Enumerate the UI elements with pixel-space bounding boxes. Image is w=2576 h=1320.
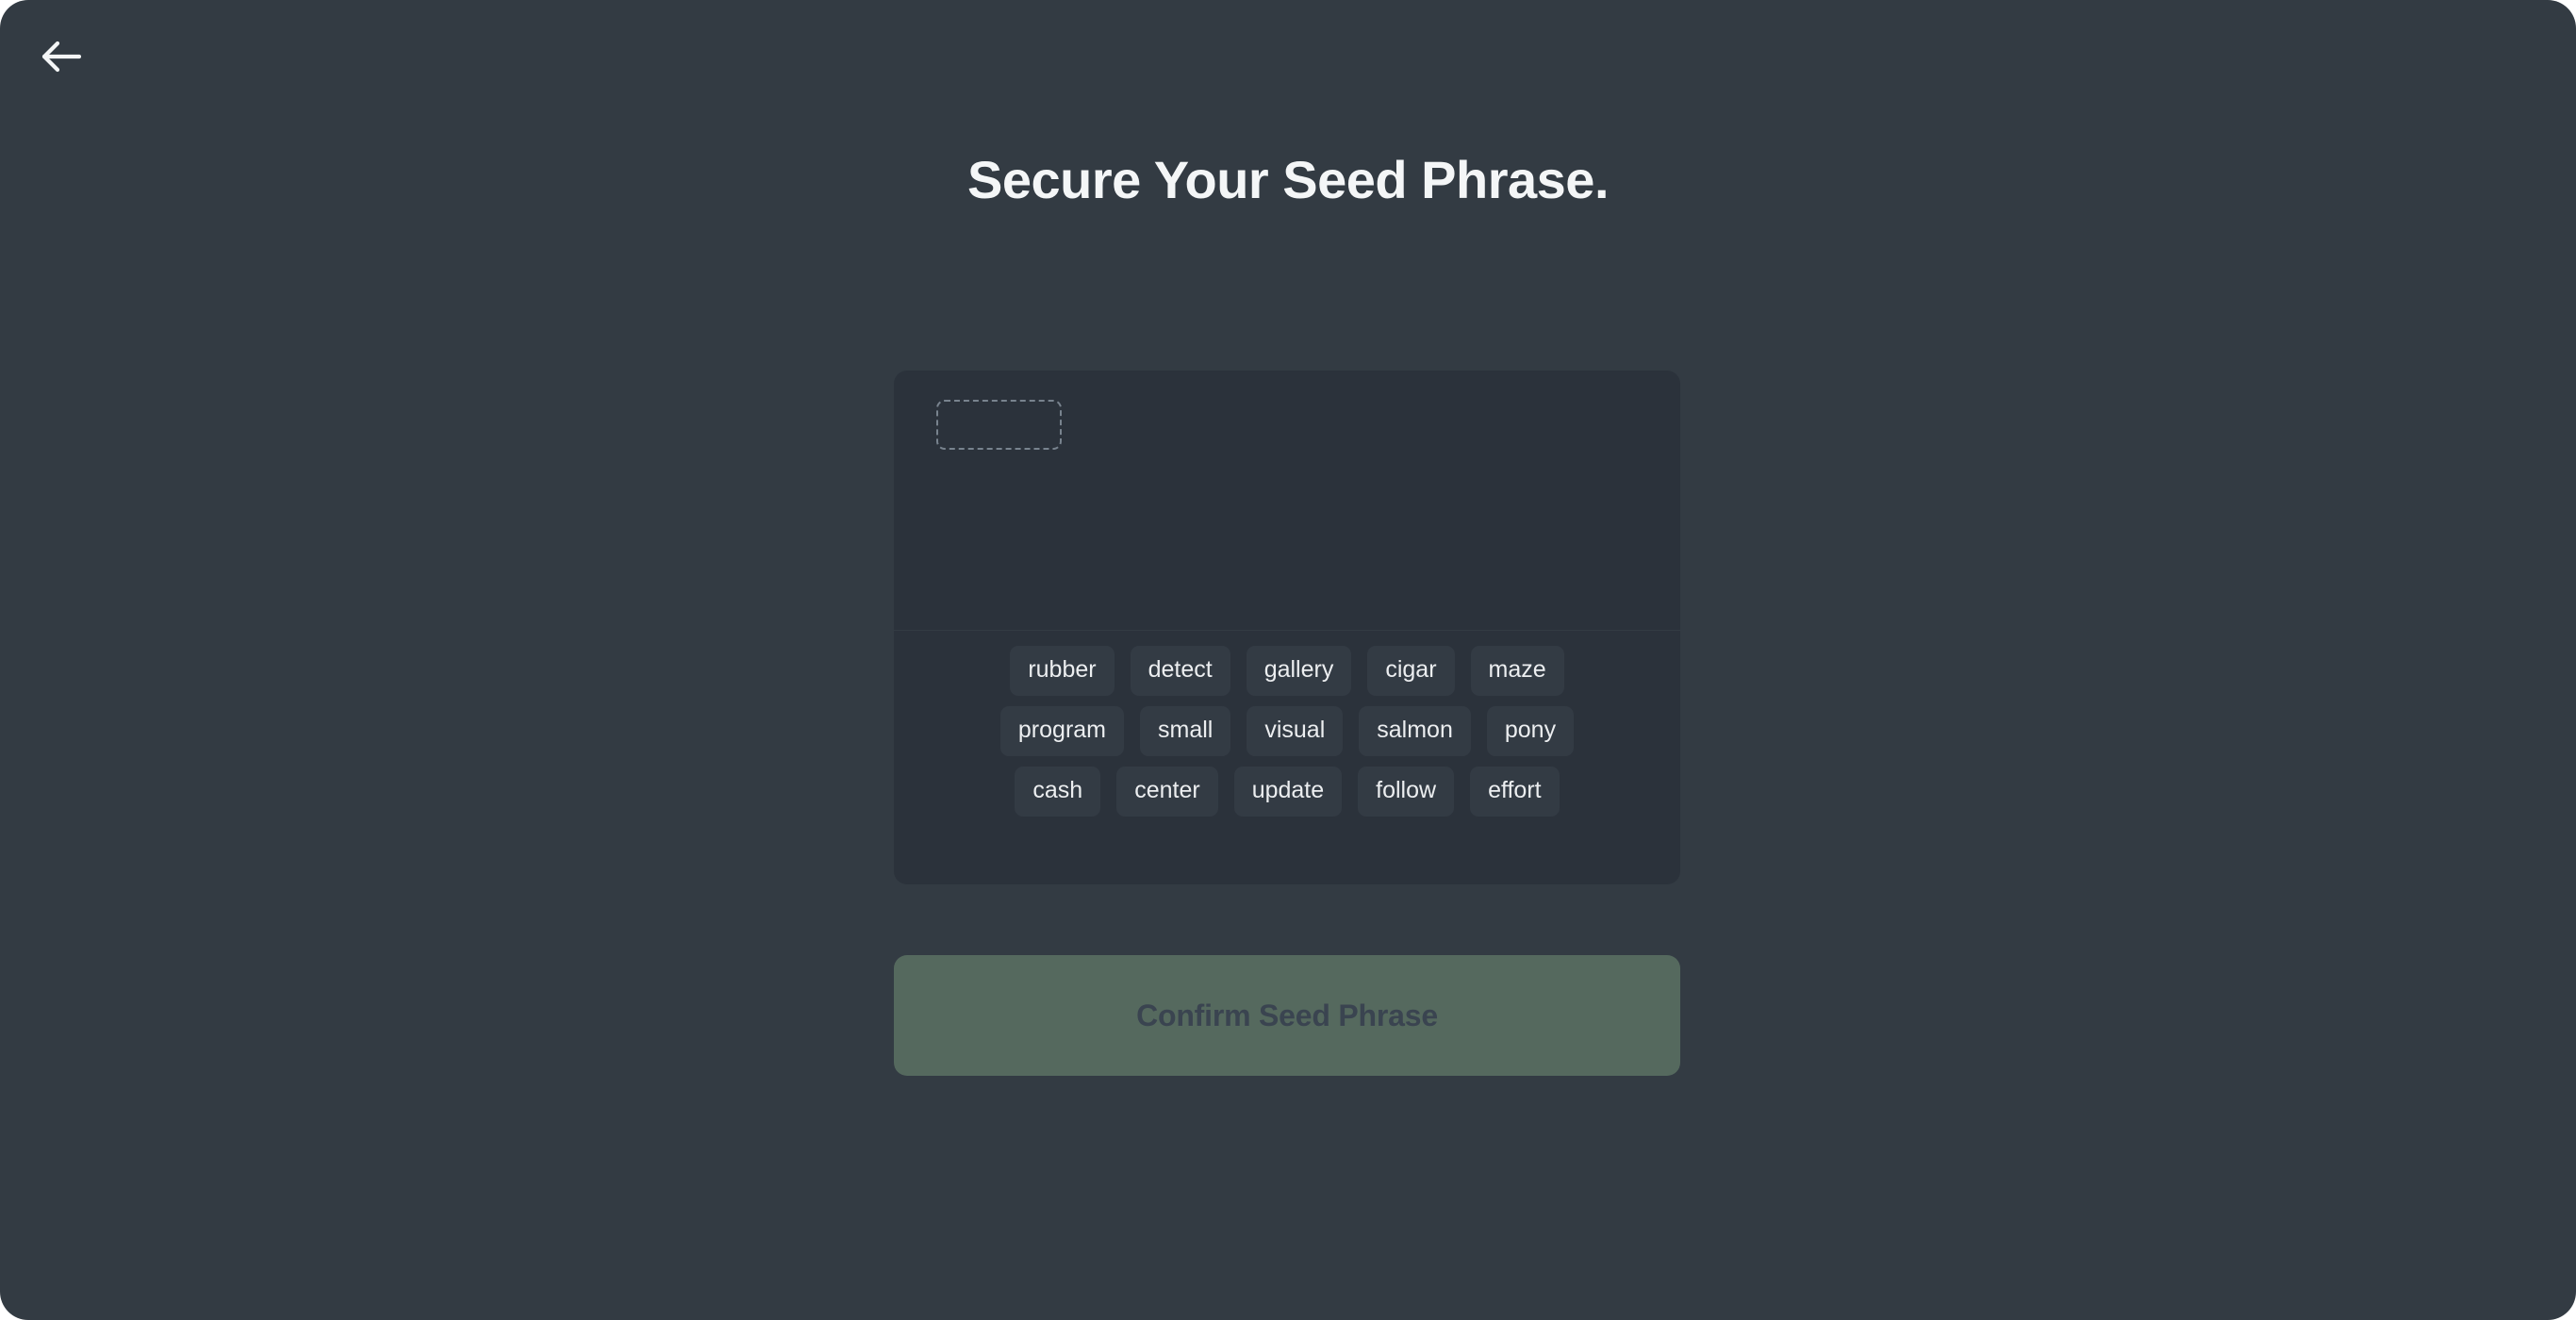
arrow-left-icon: [40, 40, 81, 74]
seed-phrase-screen: Secure Your Seed Phrase. rubber detect g…: [0, 0, 2576, 1320]
confirm-seed-phrase-button[interactable]: Confirm Seed Phrase: [894, 955, 1680, 1076]
word-bank-row: rubber detect gallery cigar maze: [920, 646, 1654, 696]
word-chip[interactable]: visual: [1247, 706, 1344, 756]
word-chip[interactable]: update: [1233, 767, 1343, 817]
word-chip[interactable]: cigar: [1367, 646, 1455, 696]
word-bank-row: cash center update follow effort: [920, 767, 1654, 817]
word-chip[interactable]: effort: [1470, 767, 1560, 817]
seed-phrase-card: rubber detect gallery cigar maze program…: [894, 371, 1680, 884]
word-chip[interactable]: gallery: [1246, 646, 1352, 696]
word-chip[interactable]: maze: [1470, 646, 1564, 696]
selected-words-dropzone[interactable]: [894, 371, 1680, 631]
back-button[interactable]: [19, 19, 102, 94]
word-chip[interactable]: follow: [1358, 767, 1455, 817]
word-chip[interactable]: salmon: [1359, 706, 1471, 756]
word-chip[interactable]: rubber: [1010, 646, 1115, 696]
word-chip[interactable]: small: [1140, 706, 1231, 756]
word-bank-row: program small visual salmon pony: [920, 706, 1654, 756]
empty-word-slot[interactable]: [936, 400, 1062, 450]
word-chip[interactable]: pony: [1486, 706, 1575, 756]
word-bank: rubber detect gallery cigar maze program…: [894, 631, 1680, 833]
word-chip[interactable]: cash: [1015, 767, 1101, 817]
word-chip[interactable]: center: [1116, 767, 1218, 817]
word-chip[interactable]: program: [999, 706, 1124, 756]
word-chip[interactable]: detect: [1130, 646, 1230, 696]
page-title: Secure Your Seed Phrase.: [966, 150, 1610, 209]
